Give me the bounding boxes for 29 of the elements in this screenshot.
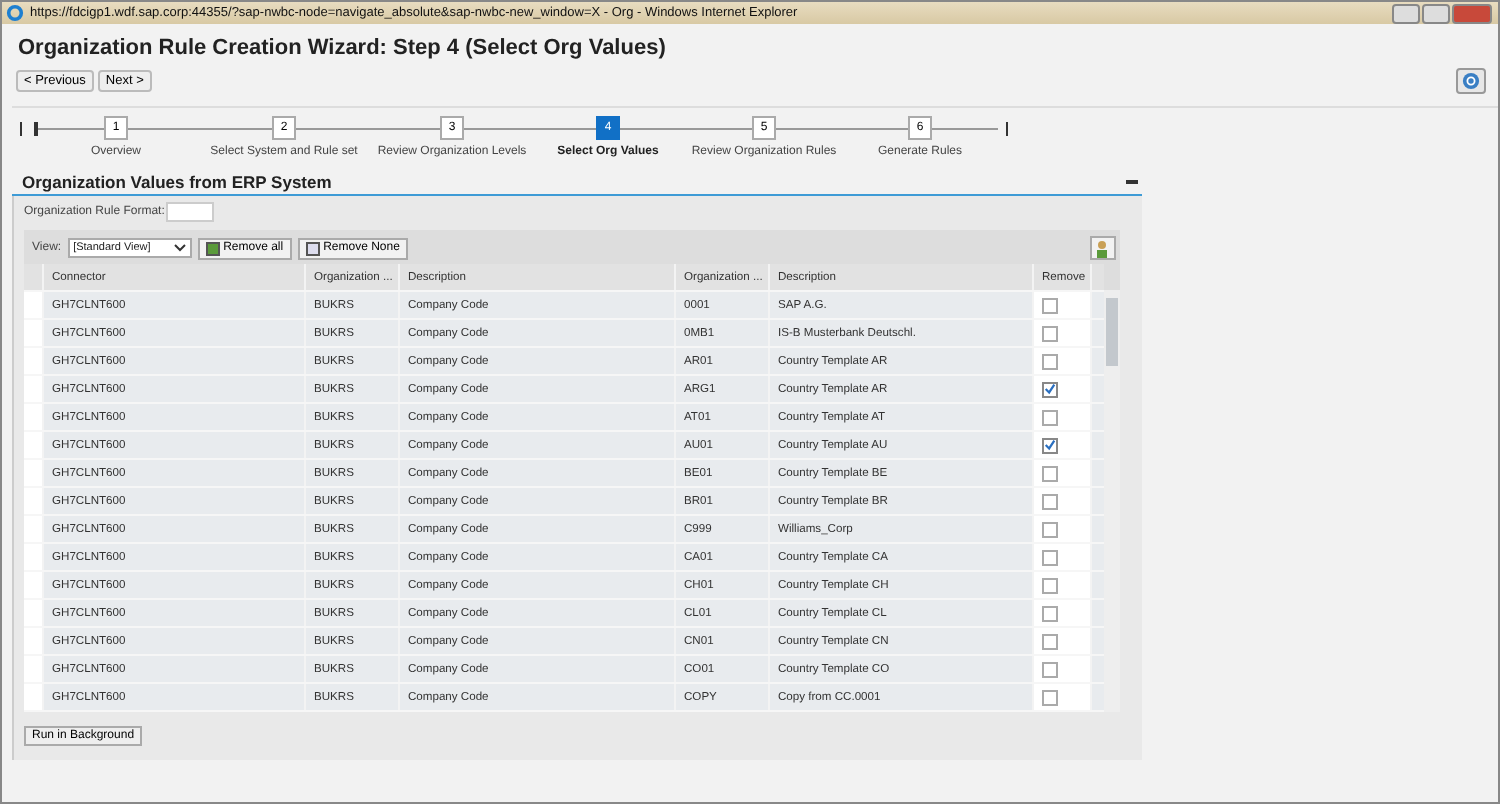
remove-checkbox[interactable] (1042, 409, 1058, 425)
remove-checkbox[interactable] (1042, 297, 1058, 313)
person-icon (1094, 239, 1112, 257)
remove-checkbox[interactable] (1042, 689, 1058, 705)
help-button[interactable] (1456, 68, 1486, 94)
remove-checkbox[interactable] (1042, 549, 1058, 565)
personalize-button[interactable] (1090, 236, 1116, 260)
remove-checkbox[interactable] (1042, 381, 1058, 397)
maximize-button[interactable] (1422, 3, 1450, 23)
remove-checkbox[interactable] (1042, 437, 1058, 453)
caret-icon (173, 244, 186, 252)
scrollbar[interactable] (1104, 290, 1120, 712)
remove-checkbox[interactable] (1042, 353, 1058, 369)
remove-checkbox[interactable] (1042, 465, 1058, 481)
wizard-start-icon (20, 122, 38, 136)
remove-checkbox[interactable] (1042, 633, 1058, 649)
remove-checkbox[interactable] (1042, 493, 1058, 509)
close-button[interactable] (1452, 3, 1492, 23)
remove-checkbox[interactable] (1042, 605, 1058, 621)
remove-checkbox[interactable] (1042, 325, 1058, 341)
remove-checkbox[interactable] (1042, 661, 1058, 677)
help-icon (1462, 72, 1480, 90)
browser-logo-icon (6, 4, 24, 22)
page-title: Organization Rule Creation Wizard: Step 4 (Select Org Values) (16, 34, 668, 64)
minimize-button[interactable] (1392, 3, 1420, 23)
section-title: Organization Values from ERP System (22, 172, 332, 192)
format-input-field[interactable] (166, 201, 215, 221)
remove-checkbox[interactable] (1042, 577, 1058, 593)
remove-checkbox[interactable] (1042, 521, 1058, 537)
